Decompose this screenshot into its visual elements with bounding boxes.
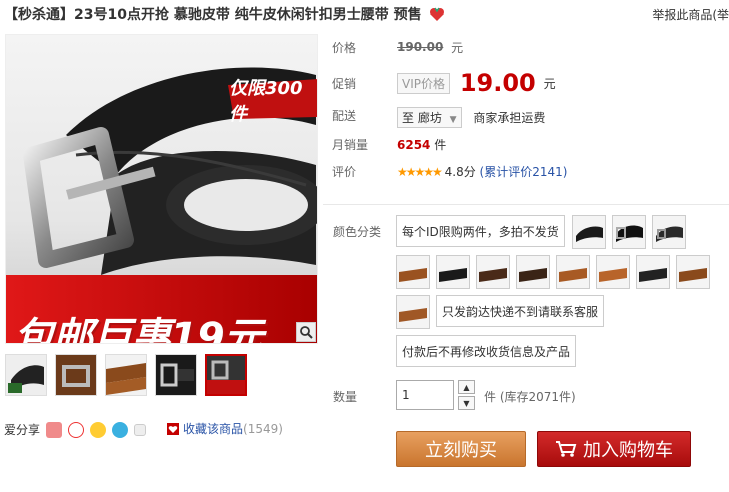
share-row: 爱分享 [4,421,147,438]
sku-option-brown-4[interactable] [676,255,710,289]
sku-option-black-2[interactable] [612,215,646,249]
share-qzone-icon[interactable] [90,421,107,438]
shipping-location: 至 廊坊 [402,111,442,125]
rating-score: 4.8分 [444,165,476,179]
add-to-cart-button[interactable]: 加入购物车 [537,431,691,467]
favorite-count: (1549) [243,421,283,436]
promo-label: 促销 [332,77,357,91]
sku-option-brown-1[interactable] [396,255,430,289]
zoom-icon[interactable] [296,322,316,342]
promo-banner-text: 包邮巨惠19元 [14,315,264,344]
sku-option-black-5[interactable] [636,255,670,289]
price-unit: 元 [451,41,464,55]
price-label: 价格 [332,41,357,55]
sku-option-brown-5[interactable] [396,295,430,329]
buy-now-label: 立刻购买 [425,440,497,461]
rating-stars-icon: ★★★★★ [397,165,443,179]
favorite-icon [167,422,179,435]
thumbnail-2[interactable] [55,354,97,396]
sku-option-no-modify-notice[interactable]: 付款后不再修改收货信息及产品 [396,335,577,367]
promo-price-unit: 元 [543,76,556,91]
color-category-label: 颜色分类 [333,225,382,239]
product-info-panel: 价格 190.00 元 促销 VIP价格 19.00 元 配送 至 廊坊 ▼ 商… [323,33,729,203]
quantity-input[interactable]: 1 [396,380,454,410]
sku-option-brown-3[interactable] [596,255,630,289]
quantity-label: 数量 [333,390,358,404]
quantity-increase-button[interactable]: ▲ [458,380,475,394]
buy-now-button[interactable]: 立刻购买 [396,431,526,467]
sku-option-brown-2[interactable] [556,255,590,289]
sku-option-black-1[interactable] [572,215,606,249]
vip-price-tag: VIP价格 [397,72,450,94]
chevron-down-icon: ▼ [449,115,457,125]
share-more-chevron-icon[interactable] [134,423,147,436]
sku-option-courier-notice[interactable]: 只发韵达快递不到请联系客服 [436,295,605,327]
chevron-up-icon: ▲ [463,382,470,392]
sales-unit: 件 [434,138,447,152]
share-kaixin-icon[interactable] [46,421,63,438]
sku-option-darkbrown-1[interactable] [476,255,510,289]
share-label: 爱分享 [4,423,41,437]
thumbnail-4[interactable] [155,354,197,396]
promo-price: 19.00 [459,69,536,97]
favorite-label[interactable]: 收藏该商品 [183,420,243,437]
favorite-product[interactable]: 收藏该商品 (1549) [166,420,283,437]
sku-option-darkbrown-2[interactable] [516,255,550,289]
share-tencent-icon[interactable] [112,421,129,438]
share-weibo-icon[interactable] [68,421,85,438]
add-to-cart-label: 加入购物车 [583,440,673,461]
main-product-image[interactable]: 仅限300件 包邮巨惠19元 [5,34,318,344]
stock-info: 件 (库存2071件) [484,390,576,404]
limited-quantity-badge: 仅限300件 [229,78,303,125]
shipping-note: 商家承担运费 [473,111,546,125]
sales-label: 月销量 [332,138,369,152]
shipping-label: 配送 [332,109,357,123]
cart-icon [556,441,577,457]
thumbnail-3[interactable] [105,354,147,396]
product-title: 【秒杀通】23号10点开抢 慕驰皮带 纯牛皮休闲针扣男士腰带 预售 [4,4,445,24]
sku-option-black-3[interactable] [652,215,686,249]
chevron-down-icon: ▼ [463,398,470,408]
sku-option-black-4[interactable] [436,255,470,289]
report-product-link[interactable]: 举报此商品(举 [652,6,729,23]
thumbnail-1[interactable] [5,354,47,396]
sales-count: 6254 [397,138,431,152]
shipping-location-select[interactable]: 至 廊坊 ▼ [397,107,462,128]
original-price: 190.00 [397,40,444,54]
review-count-link[interactable]: (累计评价2141) [480,165,568,179]
quantity-decrease-button[interactable]: ▼ [458,396,475,410]
thumbnail-5[interactable] [205,354,247,396]
product-title-text: 【秒杀通】23号10点开抢 慕驰皮带 纯牛皮休闲针扣男士腰带 预售 [4,7,422,23]
gift-icon [430,7,445,21]
sku-option-limit-notice[interactable]: 每个ID限购两件，多拍不发货 [396,215,565,247]
rating-label: 评价 [332,165,357,179]
sku-selection-area: 颜色分类 每个ID限购两件，多拍不发货 只发韵达快递不到请联系客服 付款后不再修… [323,204,729,492]
